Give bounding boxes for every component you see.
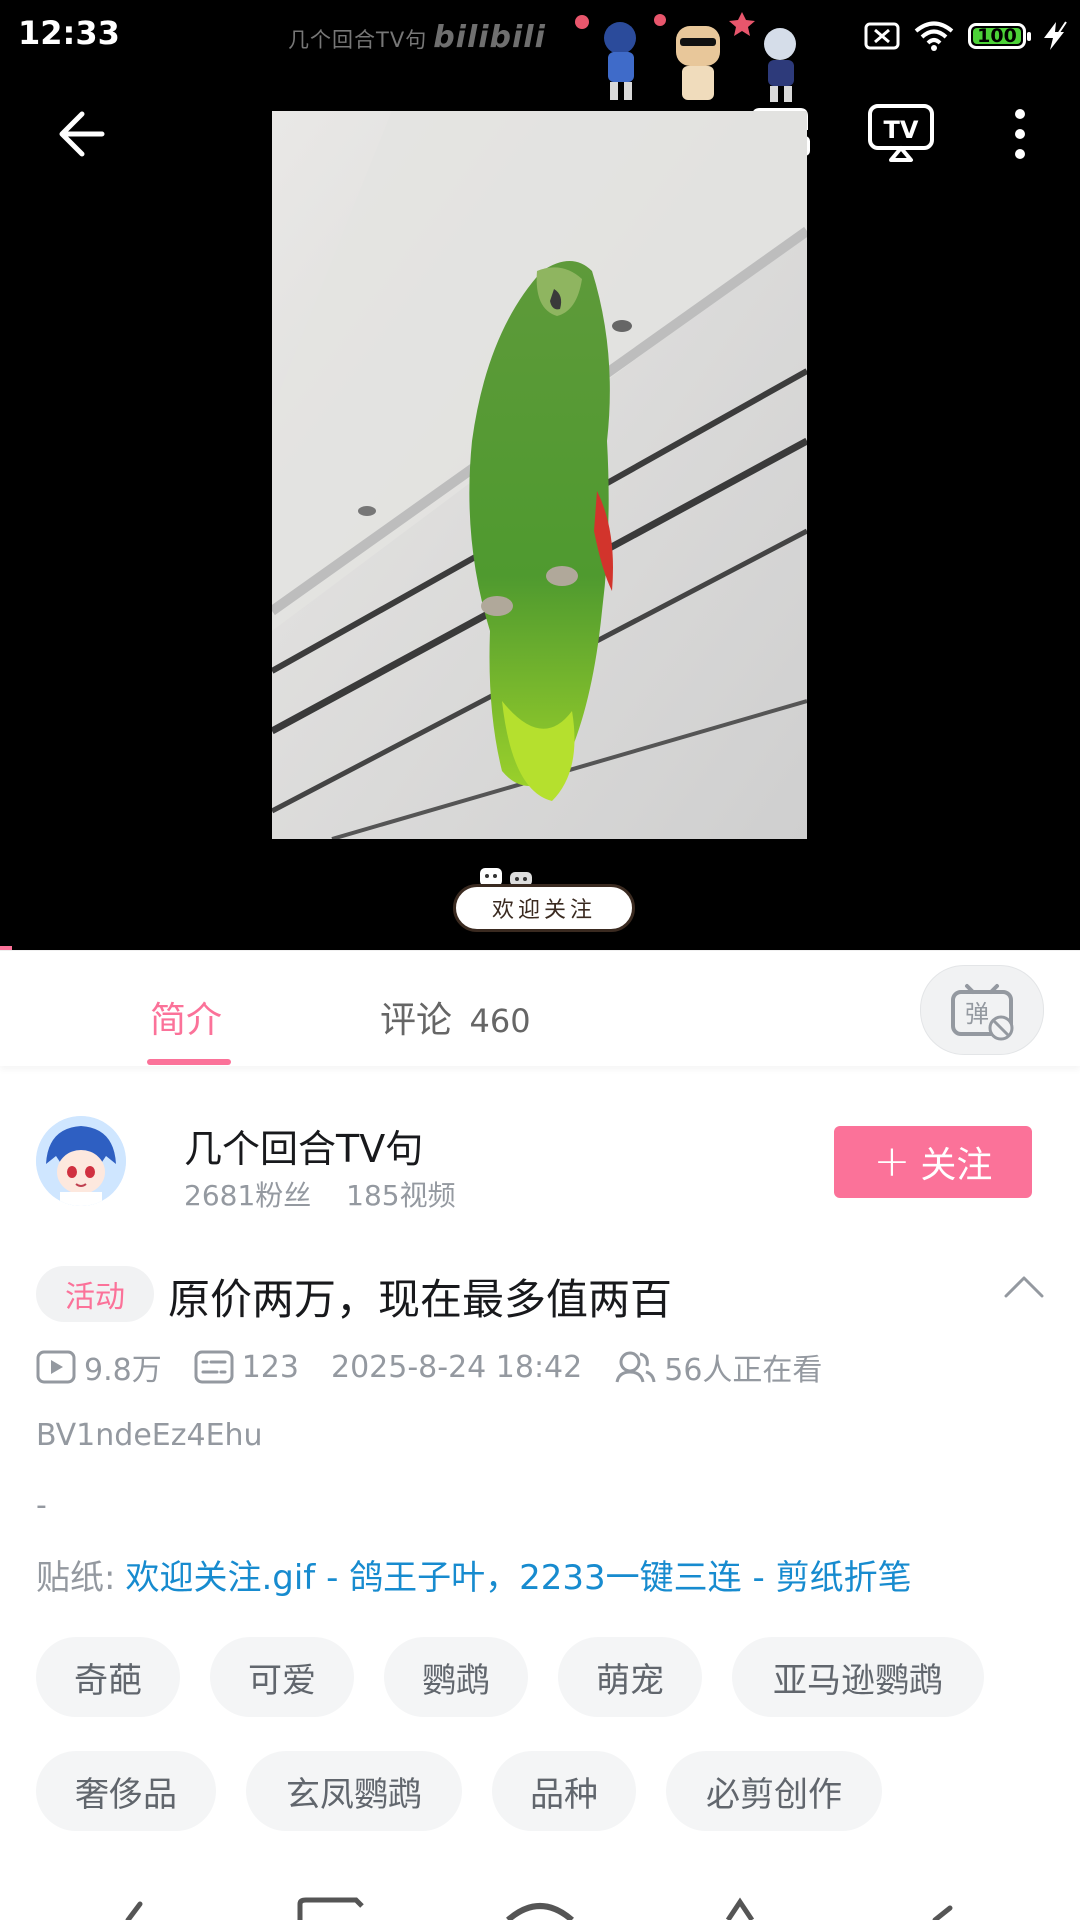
svg-text:弹: 弹 (965, 1000, 989, 1028)
battery-icon: 100 (968, 23, 1031, 49)
action-bar-partial-icons (125, 1897, 953, 1920)
uploader-section: 几个回合TV句 2681粉丝 185视频 + 关注 (0, 1100, 1080, 1220)
play-count-icon (36, 1350, 76, 1384)
video-meta-row: 9.8万 123 2025-8-24 18:42 56人正在看 (36, 1345, 854, 1389)
back-arrow-icon[interactable] (52, 102, 116, 166)
uploader-videos: 185视频 (346, 1179, 456, 1212)
tag-chip[interactable]: 萌宠 (558, 1637, 702, 1717)
welcome-follow-sticker: 欢迎关注 (453, 884, 635, 932)
stickers-links[interactable]: 欢迎关注.gif - 鸽王子叶，2233一键三连 - 剪纸折笔 (125, 1558, 911, 1598)
system-status-icons: 100 (864, 18, 1070, 54)
follow-button[interactable]: + 关注 (834, 1126, 1032, 1198)
tag-chip[interactable]: 可爱 (210, 1637, 354, 1717)
people-watching-icon (615, 1351, 656, 1383)
status-bar: 12:33 几个回合TV句 bilibili 100 (0, 0, 1080, 102)
watermark-text: 几个回合TV句 (288, 28, 428, 52)
video-player[interactable]: 12:33 几个回合TV句 bilibili 100 TV 欢迎关注 (0, 0, 1080, 951)
follow-button-label: 关注 (920, 1145, 993, 1186)
uploader-stats: 2681粉丝 185视频 (184, 1174, 456, 1214)
sim-card-off-icon (864, 22, 900, 50)
danmaku-off-icon: 弹 (951, 984, 1014, 1041)
activity-badge[interactable]: 活动 (36, 1266, 154, 1322)
chevron-up-icon[interactable] (1002, 1272, 1046, 1302)
tag-chip[interactable]: 奢侈品 (36, 1751, 216, 1831)
video-title-row: 活动 原价两万，现在最多值两百 (36, 1262, 1046, 1326)
tab-comments-count: 460 (469, 1002, 531, 1040)
stickers-label: 贴纸: (36, 1558, 116, 1598)
video-description: - (36, 1488, 47, 1523)
tv-cast-icon[interactable]: TV (866, 100, 936, 164)
tag-chip[interactable]: 品种 (492, 1751, 636, 1831)
video-watermark: 几个回合TV句 bilibili (288, 20, 546, 55)
status-time: 12:33 (18, 14, 120, 52)
tag-chip[interactable]: 奇葩 (36, 1637, 180, 1717)
tab-comments[interactable]: 评论 460 (380, 991, 531, 1043)
stickers-line: 贴纸: 欢迎关注.gif - 鸽王子叶，2233一键三连 - 剪纸折笔 (36, 1550, 912, 1599)
danmaku-count-icon (194, 1350, 234, 1384)
danmaku-stat: 123 (194, 1350, 299, 1385)
tab-intro[interactable]: 简介 (150, 991, 222, 1043)
danmaku-count: 123 (241, 1349, 299, 1385)
battery-level: 100 (977, 25, 1017, 47)
active-tab-indicator (147, 1059, 231, 1065)
video-title: 原价两万，现在最多值两百 (168, 1275, 673, 1324)
tab-comments-label: 评论 (380, 1000, 453, 1041)
danmaku-toggle-button[interactable]: 弹 (920, 965, 1044, 1055)
tag-chip[interactable]: 亚马逊鹦鹉 (732, 1637, 984, 1717)
uploader-avatar[interactable] (36, 1116, 126, 1206)
bilibili-logo: bilibili (433, 20, 546, 55)
watching-stat: 56人正在看 (614, 1345, 822, 1389)
views-stat: 9.8万 (36, 1345, 162, 1389)
uploader-followers: 2681粉丝 (184, 1179, 312, 1212)
tag-chip[interactable]: 玄凤鹦鹉 (246, 1751, 462, 1831)
wifi-icon (914, 21, 954, 51)
watching-count: 56人正在看 (664, 1353, 823, 1388)
more-vertical-icon[interactable] (1000, 102, 1040, 166)
tag-chip[interactable]: 鹦鹉 (384, 1637, 528, 1717)
tag-chip[interactable]: 必剪创作 (666, 1751, 882, 1831)
uploader-name[interactable]: 几个回合TV句 (184, 1118, 423, 1173)
video-frame-parrot[interactable] (272, 111, 807, 839)
content-tabs: 简介 评论 460 弹 (0, 950, 1080, 1066)
svg-text:TV: TV (884, 116, 919, 144)
plus-icon: + (873, 1136, 911, 1187)
views-count: 9.8万 (84, 1353, 162, 1388)
bvid-text[interactable]: BV1ndeEz4Ehu (36, 1418, 263, 1453)
publish-date: 2025-8-24 18:42 (330, 1349, 583, 1385)
charging-icon (1044, 21, 1067, 50)
